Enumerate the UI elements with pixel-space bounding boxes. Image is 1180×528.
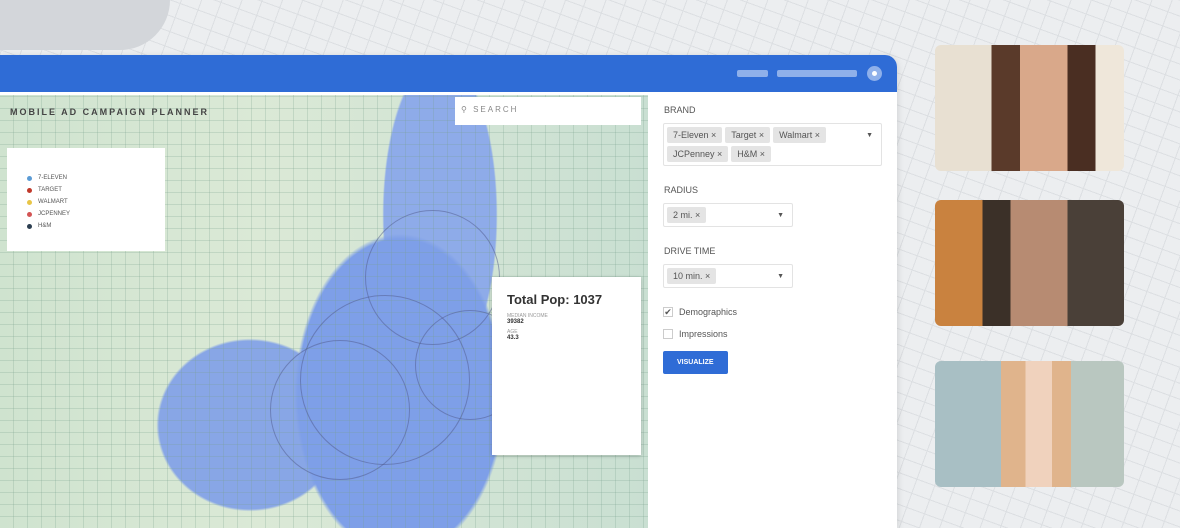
- legend-item: JCPENNEY: [27, 208, 145, 220]
- legend-item: H&M: [27, 220, 145, 232]
- drive-time-tag[interactable]: 10 min. ×: [667, 268, 717, 284]
- chevron-down-icon: ▼: [777, 212, 784, 219]
- chevron-down-icon: ▼: [866, 132, 873, 139]
- age-value: 43.3: [507, 335, 519, 341]
- map-legend: 7-ELEVEN TARGET WALMART JCPENNEY H&M: [7, 148, 165, 251]
- search-placeholder: SEARCH: [473, 105, 519, 114]
- map-water: [0, 0, 170, 50]
- participant-video: [935, 200, 1124, 326]
- brand-tag[interactable]: Walmart ×: [773, 127, 827, 143]
- participant-video: [935, 45, 1124, 171]
- visualize-button[interactable]: VISUALIZE: [663, 351, 728, 374]
- population-popup: Total Pop: 1037 MEDIAN INCOME 39382 AGE …: [492, 277, 641, 455]
- legend-item: WALMART: [27, 196, 145, 208]
- filter-panel: BRAND 7-Eleven × Target × Walmart × JCPe…: [648, 95, 897, 528]
- brand-tag[interactable]: H&M ×: [731, 146, 772, 162]
- map-view[interactable]: MOBILE AD CAMPAIGN PLANNER ⚲ SEARCH 7-EL…: [0, 95, 648, 528]
- legend-item: 7-ELEVEN: [27, 172, 145, 184]
- brand-label: BRAND: [664, 105, 696, 115]
- legend-item: TARGET: [27, 184, 145, 196]
- brand-tag[interactable]: Target ×: [725, 127, 771, 143]
- header-placeholder: [777, 70, 857, 77]
- search-input[interactable]: ⚲ SEARCH: [455, 97, 641, 125]
- user-icon[interactable]: [867, 66, 882, 81]
- brand-tag[interactable]: 7-Eleven ×: [667, 127, 723, 143]
- participant-video: [935, 361, 1124, 487]
- brand-tag[interactable]: JCPenney ×: [667, 146, 729, 162]
- checkbox-empty[interactable]: [663, 329, 673, 339]
- page-title: MOBILE AD CAMPAIGN PLANNER: [10, 107, 209, 117]
- chevron-down-icon: ▼: [777, 273, 784, 280]
- demographics-checkbox[interactable]: ✔ Demographics: [663, 307, 882, 317]
- title-bar: [0, 55, 897, 92]
- brand-select[interactable]: 7-Eleven × Target × Walmart × JCPenney ×…: [663, 123, 882, 166]
- radius-label: RADIUS: [664, 185, 699, 195]
- income-value: 39382: [507, 319, 524, 325]
- popup-title: Total Pop: 1037: [507, 292, 603, 307]
- app-window: MOBILE AD CAMPAIGN PLANNER ⚲ SEARCH 7-EL…: [0, 55, 897, 528]
- checkmark-icon[interactable]: ✔: [663, 307, 673, 317]
- header-placeholder: [737, 70, 768, 77]
- radius-circle: [270, 340, 410, 480]
- impressions-checkbox[interactable]: Impressions: [663, 329, 882, 339]
- radius-select[interactable]: 2 mi. × ▼: [663, 203, 793, 227]
- drive-time-select[interactable]: 10 min. × ▼: [663, 264, 793, 288]
- drive-time-label: DRIVE TIME: [664, 246, 716, 256]
- radius-tag[interactable]: 2 mi. ×: [667, 207, 707, 223]
